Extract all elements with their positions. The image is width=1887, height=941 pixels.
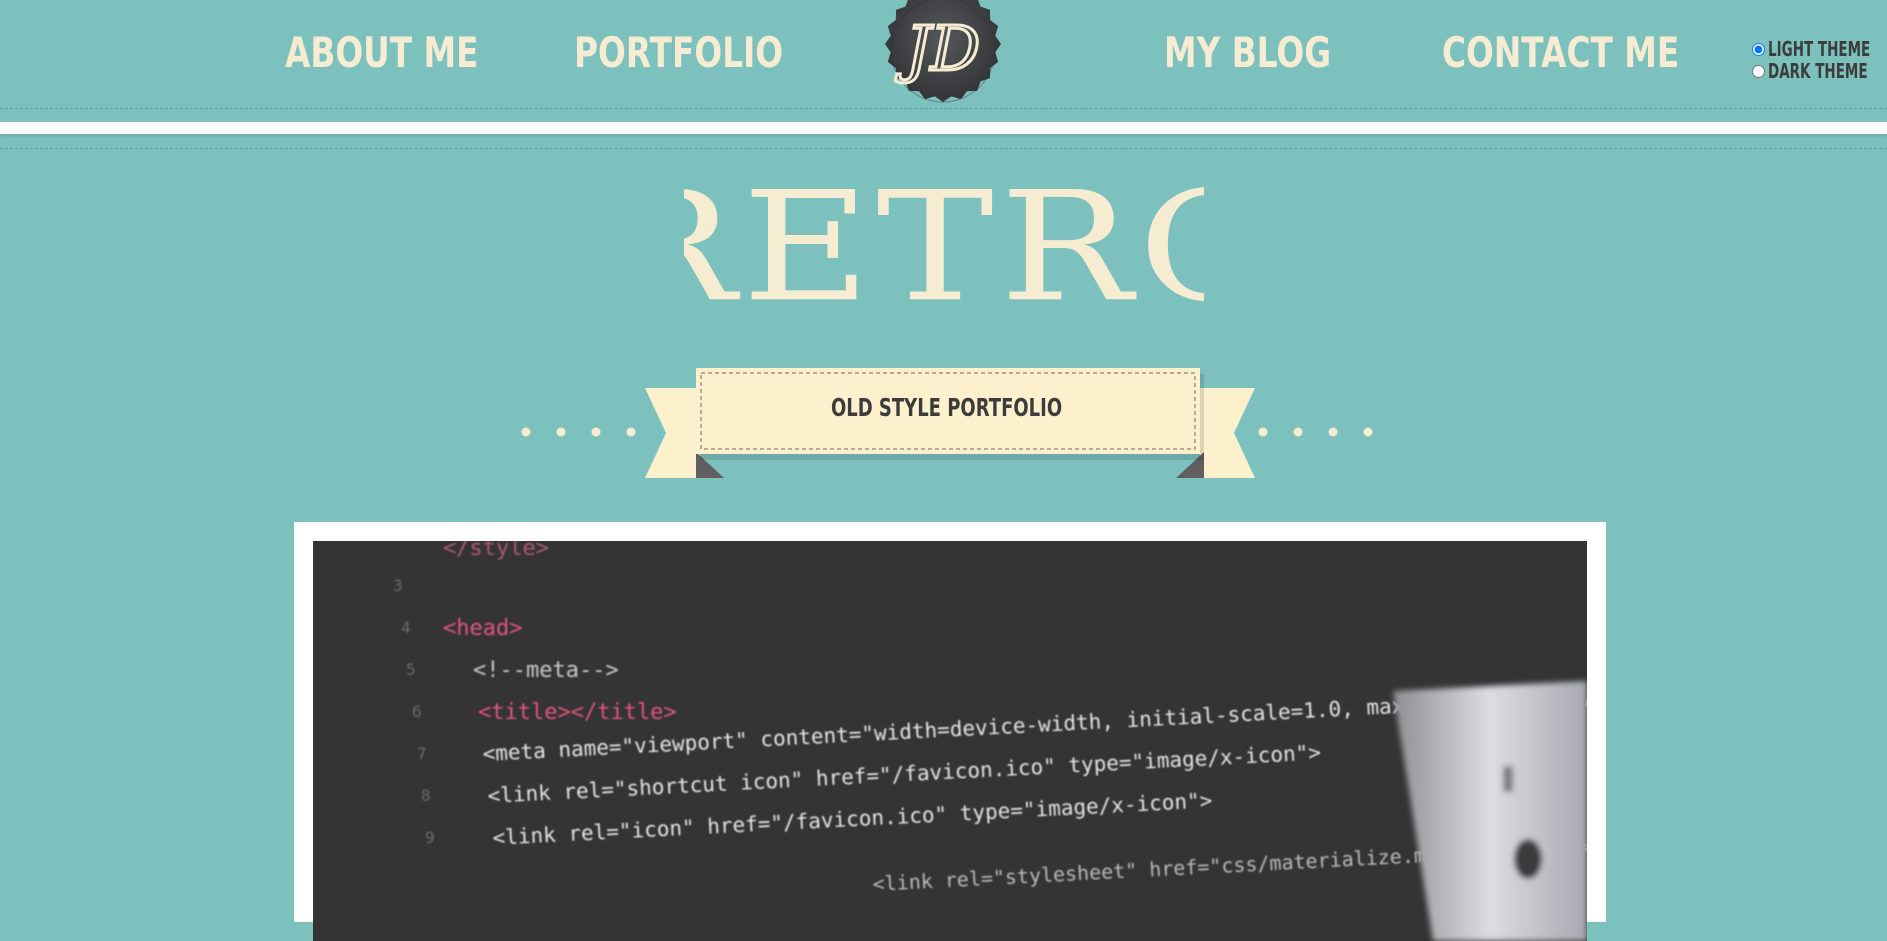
retro-title-graphic: RETRO <box>684 172 1204 332</box>
nav-contact-me[interactable]: CONTACT ME <box>1442 28 1679 77</box>
light-theme-label: LIGHT THEME <box>1768 37 1871 61</box>
ribbon-banner <box>521 368 1373 478</box>
svg-text:4: 4 <box>401 618 411 637</box>
ribbon-label: OLD STYLE PORTFOLIO <box>697 393 1197 422</box>
code-line-3: <title></title> <box>478 700 677 725</box>
coffee-cup-graphic <box>1393 681 1587 941</box>
header-strip <box>0 122 1887 134</box>
retro-title-text: RETRO <box>684 172 1204 332</box>
dots-right <box>1258 427 1373 437</box>
code-line-1: <head> <box>443 616 522 641</box>
code-line-2: <!--meta--> <box>473 658 619 683</box>
logo-badge[interactable]: JD <box>875 0 1011 120</box>
svg-text:9: 9 <box>425 828 435 847</box>
logo-initials: JD <box>895 12 981 85</box>
dots-left <box>521 427 636 437</box>
code-screenshot: 3 4 5 6 7 8 9 </style> <head> <!--meta--… <box>313 541 1587 941</box>
svg-text:7: 7 <box>417 744 427 763</box>
code-editor-image: 3 4 5 6 7 8 9 </style> <head> <!--meta--… <box>393 541 1587 941</box>
svg-text:5: 5 <box>406 660 416 679</box>
nav-my-blog[interactable]: MY BLOG <box>1164 28 1331 77</box>
dark-theme-radio[interactable] <box>1752 64 1765 78</box>
top-navigation: ABOUT ME PORTFOLIO JD MY BLOG CONTACT ME… <box>0 0 1887 110</box>
dark-theme-option[interactable]: DARK THEME <box>1752 59 1887 83</box>
dark-theme-label: DARK THEME <box>1768 59 1868 83</box>
svg-text:6: 6 <box>412 702 422 721</box>
ribbon-tail-left <box>645 388 700 478</box>
hero-title: RETRO <box>0 172 1887 332</box>
ribbon-tail-right <box>1200 388 1255 478</box>
light-theme-radio[interactable] <box>1752 42 1765 56</box>
svg-text:8: 8 <box>421 786 431 805</box>
subtitle-text: OLD STYLE PORTFOLIO <box>831 393 1063 422</box>
strip-divider <box>0 148 1887 149</box>
nav-about-me[interactable]: ABOUT ME <box>285 28 479 77</box>
nav-divider <box>0 108 1887 109</box>
theme-switcher: LIGHT THEME DARK THEME <box>1752 37 1887 83</box>
svg-text:</style>: </style> <box>443 541 549 561</box>
light-theme-option[interactable]: LIGHT THEME <box>1752 37 1887 61</box>
nav-portfolio[interactable]: PORTFOLIO <box>574 28 783 77</box>
svg-text:3: 3 <box>393 576 403 595</box>
feature-image-frame: 3 4 5 6 7 8 9 </style> <head> <!--meta--… <box>294 522 1606 941</box>
logo-seal-icon: JD <box>885 0 1001 103</box>
